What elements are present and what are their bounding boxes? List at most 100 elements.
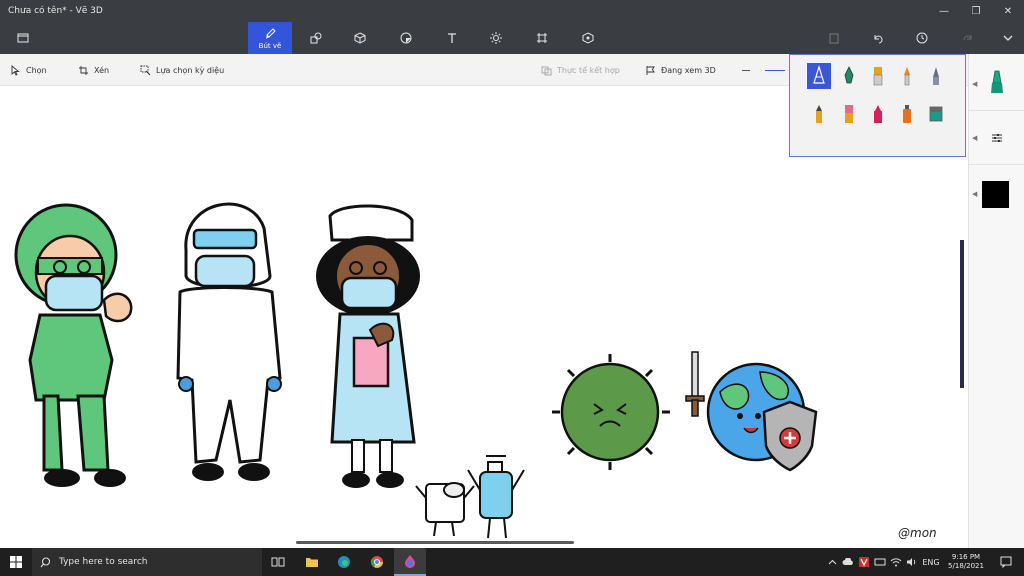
calligraphy-pen-brush[interactable] <box>837 63 861 89</box>
zoom-slider[interactable] <box>742 54 785 86</box>
undo-button[interactable] <box>866 22 890 54</box>
mixed-reality-icon <box>541 66 552 75</box>
undo-icon <box>874 35 883 44</box>
chrome-icon <box>370 556 383 568</box>
taskbar-search[interactable]: Type here to search <box>32 548 262 576</box>
menu-button[interactable] <box>10 22 36 54</box>
oil-brush[interactable] <box>866 63 890 89</box>
zoom-minus-icon <box>742 69 750 71</box>
shapes-2d-icon <box>310 32 322 44</box>
tab-text[interactable] <box>440 22 464 54</box>
magic-select-button[interactable]: Lựa chọn kỳ diệu <box>140 54 224 86</box>
history-button[interactable] <box>910 22 934 54</box>
active-color-swatch[interactable] <box>982 181 1009 208</box>
watercolor-brush[interactable] <box>895 63 919 89</box>
folder-icon <box>306 558 318 567</box>
surgeon-figure <box>14 203 133 487</box>
start-button[interactable] <box>0 548 32 576</box>
view-3d-label: Đang xem 3D <box>661 65 716 75</box>
cursor-icon <box>11 64 20 76</box>
edge-icon <box>338 556 350 568</box>
tab-brushes[interactable]: Bút vẽ <box>248 22 292 54</box>
tab-stickers[interactable] <box>394 22 418 54</box>
paste-button[interactable] <box>822 22 846 54</box>
wifi-icon <box>890 558 902 567</box>
color-arrow-icon[interactable]: ◀ <box>972 190 977 198</box>
view-3d-button[interactable]: Đang xem 3D <box>645 54 716 86</box>
watercolor-brush-icon <box>904 67 910 86</box>
onedrive-tray-icon[interactable] <box>840 548 856 576</box>
pixel-pen-icon <box>933 67 939 85</box>
marker-icon <box>991 70 1003 93</box>
file-explorer-app[interactable] <box>296 548 328 576</box>
main-toolbar: Bút vẽ <box>0 22 1024 54</box>
tab-3d-library[interactable] <box>576 22 600 54</box>
tab-3d-shapes[interactable] <box>348 22 372 54</box>
eraser-brush[interactable] <box>837 101 861 127</box>
hazmat-worker-figure <box>176 202 282 481</box>
hand-sanitizer-figure <box>467 455 525 539</box>
marker-brush[interactable] <box>807 63 831 89</box>
spray-can-brush[interactable] <box>895 101 919 127</box>
antivirus-tray-icon[interactable] <box>856 548 872 576</box>
tray-overflow-button[interactable] <box>824 548 840 576</box>
sticker-icon <box>400 32 412 44</box>
spray-can-icon <box>903 105 911 123</box>
crop-icon <box>79 65 88 75</box>
language-indicator[interactable]: ENG <box>920 548 942 576</box>
chevron-up-icon <box>828 559 836 564</box>
tab-2d-shapes[interactable] <box>304 22 328 54</box>
minimize-button[interactable]: — <box>928 0 960 22</box>
wifi-tray-icon[interactable] <box>888 548 904 576</box>
clock-date: 5/18/2021 <box>948 562 984 570</box>
folder-icon <box>17 33 29 43</box>
close-button[interactable]: ✕ <box>992 0 1024 22</box>
oil-brush-icon <box>873 67 883 86</box>
signature-text: @mon <box>898 526 937 540</box>
volume-tray-icon[interactable] <box>904 548 920 576</box>
paint-3d-app[interactable] <box>394 548 426 576</box>
notifications-button[interactable] <box>994 548 1018 576</box>
clipboard-icon <box>829 33 839 44</box>
chevron-down-icon <box>1003 35 1013 41</box>
sun-icon <box>490 32 502 44</box>
tab-effects[interactable] <box>484 22 508 54</box>
earth-hero-figure <box>685 351 818 472</box>
canvas-icon <box>537 33 547 43</box>
mixed-reality-button[interactable]: Thực tế kết hợp <box>541 54 620 86</box>
edge-app[interactable] <box>328 548 360 576</box>
nurse-figure <box>316 204 420 488</box>
taskbar-clock[interactable]: 9:16 PM 5/18/2021 <box>940 548 992 576</box>
chrome-app[interactable] <box>361 548 393 576</box>
vertical-scrollbar[interactable] <box>960 240 964 388</box>
select-label: Chọn <box>26 65 47 75</box>
redo-button[interactable] <box>956 22 980 54</box>
tab-canvas[interactable] <box>530 22 554 54</box>
sliders-icon <box>992 134 1002 142</box>
brush-icon <box>266 27 276 39</box>
virus-figure <box>552 354 670 470</box>
right-panel: ◀ ◀ ◀ <box>968 54 1024 548</box>
shield-v-icon <box>859 557 869 567</box>
pixel-pen-brush[interactable] <box>924 63 948 89</box>
magic-select-label: Lựa chọn kỳ diệu <box>156 65 225 75</box>
collapse-arrow-icon[interactable]: ◀ <box>972 80 977 88</box>
brush-settings-button[interactable] <box>983 124 1011 152</box>
paint-3d-icon <box>405 555 415 568</box>
text-icon <box>448 33 456 43</box>
calligraphy-pen-icon <box>844 66 854 84</box>
task-view-button[interactable] <box>262 548 294 576</box>
settings-arrow-icon[interactable]: ◀ <box>972 134 977 142</box>
cube-icon <box>354 32 366 44</box>
crop-button[interactable]: Xén <box>78 54 109 86</box>
expand-button[interactable] <box>996 22 1020 54</box>
current-tool-button[interactable] <box>983 68 1011 96</box>
network-tray-icon[interactable] <box>872 548 888 576</box>
select-button[interactable]: Chọn <box>10 54 47 86</box>
crayon-brush[interactable] <box>866 101 890 127</box>
magic-select-icon <box>140 65 151 75</box>
restore-button[interactable]: ❐ <box>960 0 992 22</box>
horizontal-scrollbar[interactable] <box>296 541 574 544</box>
pencil-brush[interactable] <box>807 101 831 127</box>
fill-bucket-brush[interactable] <box>924 101 948 127</box>
